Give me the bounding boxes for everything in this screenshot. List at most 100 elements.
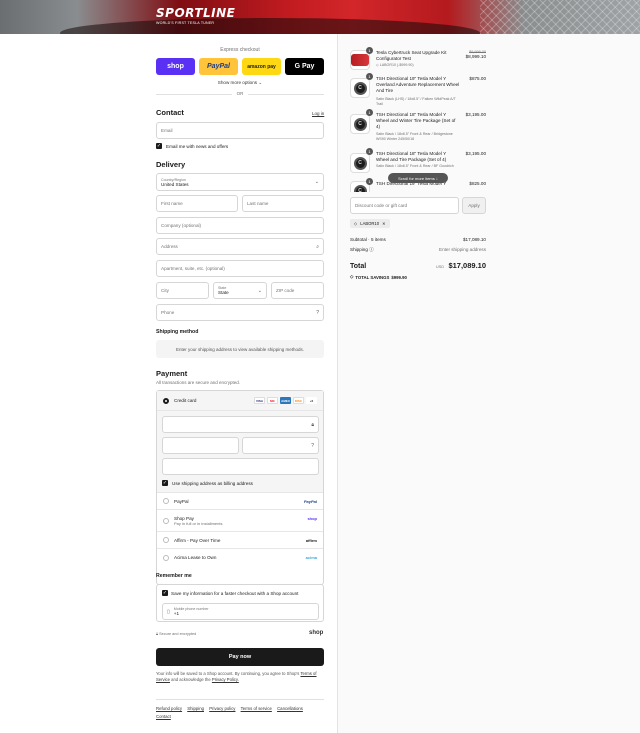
state-value: State xyxy=(218,290,229,295)
cart-item: 1 Tesla Cybertruck Seat Upgrade Kit Conf… xyxy=(350,47,486,74)
paypal-radio[interactable] xyxy=(163,498,169,504)
news-checkbox[interactable]: ✓ xyxy=(156,143,162,149)
lock-icon: 🔒︎ xyxy=(311,422,314,428)
privacy-policy-link[interactable]: Privacy policy xyxy=(209,706,235,711)
chevron-down-icon: ⌄ xyxy=(257,288,262,294)
item-variant: Satin Black / 18x8.5" Front & Rear / BF … xyxy=(376,164,454,168)
affirm-radio[interactable] xyxy=(163,537,169,543)
product-thumbnail: C xyxy=(350,153,370,173)
country-select[interactable]: Country/Region United States ⌄ xyxy=(156,173,324,191)
zip-field[interactable]: ZIP code xyxy=(271,282,324,299)
refund-policy-link[interactable]: Refund policy xyxy=(156,706,182,711)
pay-now-button[interactable]: Pay now xyxy=(156,648,324,666)
scroll-for-more-button[interactable]: Scroll for more items ↓ xyxy=(388,173,448,183)
brand-logo[interactable]: SPORTLINE WORLD'S FIRST TESLA TUNER xyxy=(156,6,235,25)
paypal-logo: PayPal xyxy=(303,498,317,504)
login-link[interactable]: Log in xyxy=(312,111,324,116)
terms-of-service-link[interactable]: Terms of service xyxy=(241,706,272,711)
quantity-badge: 1 xyxy=(366,148,373,155)
shipping-row: Shipping ⓘ Enter shipping address xyxy=(350,247,486,253)
security-code-field[interactable]: ? xyxy=(242,437,319,454)
applied-code-chip: ◇ LABOR10 ✕ xyxy=(350,219,390,228)
help-icon[interactable]: ? xyxy=(316,310,319,316)
save-info-checkbox[interactable]: ✓ xyxy=(162,590,168,596)
apartment-field[interactable]: Apartment, suite, etc. (optional) xyxy=(156,260,324,277)
paypal-option[interactable]: PayPal PayPal xyxy=(157,493,323,510)
header-banner: SPORTLINE WORLD'S FIRST TESLA TUNER xyxy=(0,0,640,34)
remember-me-panel: ✓ Save my information for a faster check… xyxy=(156,584,324,622)
google-pay-button[interactable]: G Pay xyxy=(285,58,324,75)
item-price: $3,195.00 xyxy=(465,151,486,156)
credit-card-option[interactable]: Credit card VISA MC AMEX DISC +6 xyxy=(157,391,323,411)
show-more-options-link[interactable]: Show more options ⌄ xyxy=(156,80,324,86)
acima-option[interactable]: Acima Lease to Own acima xyxy=(157,549,323,566)
card-number-field[interactable]: 🔒︎ xyxy=(162,416,319,433)
email-field[interactable]: Email xyxy=(156,122,324,139)
address-field[interactable]: Address ⌕ xyxy=(156,238,324,255)
shipping-value: Enter shipping address xyxy=(439,247,486,252)
company-placeholder: Company (optional) xyxy=(161,223,202,228)
item-discount-text: LABOR10 (-$999.90) xyxy=(379,63,414,67)
name-on-card-field[interactable] xyxy=(162,458,319,475)
acima-radio[interactable] xyxy=(163,554,169,561)
shipping-link[interactable]: Shipping xyxy=(187,706,204,711)
item-variant: Satin Black / 18x8.5" Front & Rear / Bri… xyxy=(376,132,453,141)
privacy-link[interactable]: Privacy Policy. xyxy=(212,677,239,682)
subtotal-value: $17,089.10 xyxy=(463,237,486,242)
shop-pay-express-button[interactable]: shop xyxy=(156,58,195,75)
quantity-badge: 1 xyxy=(366,178,373,185)
cancellations-link[interactable]: Cancellations xyxy=(277,706,303,711)
company-field[interactable]: Company (optional) xyxy=(156,217,324,234)
checkout-form: Express checkout shop PayPal amazon pay … xyxy=(0,34,337,733)
help-icon[interactable]: ⓘ xyxy=(369,247,374,252)
billing-same-checkbox[interactable]: ✓ xyxy=(162,480,168,486)
amazon-pay-button[interactable]: amazon pay xyxy=(242,58,281,75)
order-summary: 1 Tesla Cybertruck Seat Upgrade Kit Conf… xyxy=(337,34,640,733)
lock-icon: 🔒︎ xyxy=(156,632,159,636)
shop-pay-option[interactable]: Shop Pay Pay in full or in installments … xyxy=(157,510,323,532)
item-price: $3,195.00 xyxy=(465,112,486,117)
or-label: OR xyxy=(232,91,248,96)
amex-icon: AMEX xyxy=(280,397,291,404)
subtotal-row: Subtotal · 5 items $17,089.10 xyxy=(350,237,486,242)
mobile-phone-field[interactable]: ▯ Mobile phone number +1 xyxy=(162,603,319,620)
state-select[interactable]: State State ⌄ xyxy=(213,282,267,299)
country-value: United States xyxy=(161,181,189,187)
item-variant: Satin Black (LHS) / 18x8.5" / Falken Wil… xyxy=(376,97,456,106)
first-name-placeholder: First name xyxy=(161,201,183,206)
paypal-label: PayPal xyxy=(174,498,189,504)
last-name-field[interactable]: Last name xyxy=(242,195,324,212)
remember-me-heading: Remember me xyxy=(156,573,192,579)
expiration-field[interactable] xyxy=(162,437,239,454)
first-name-field[interactable]: First name xyxy=(156,195,238,212)
card-brand-icons: VISA MC AMEX DISC +6 xyxy=(254,397,317,404)
cart-items-list[interactable]: 1 Tesla Cybertruck Seat Upgrade Kit Conf… xyxy=(338,34,640,192)
wheel-image: C xyxy=(353,184,367,192)
item-discount: ◇ LABOR10 (-$999.90) xyxy=(376,63,460,68)
total-label: Total xyxy=(350,263,367,270)
affirm-option[interactable]: Affirm - Pay Over Time affirm xyxy=(157,532,323,549)
footer-links: Refund policy Shipping Privacy policy Te… xyxy=(156,705,324,721)
product-thumbnail: C xyxy=(350,78,370,98)
help-icon[interactable]: ? xyxy=(311,443,314,449)
quantity-badge: 1 xyxy=(366,109,373,116)
discount-code-input[interactable]: Discount code or gift card xyxy=(350,197,459,214)
phone-field[interactable]: Phone ? xyxy=(156,304,324,321)
shop-logo: shop xyxy=(309,630,324,636)
shop-pay-radio[interactable] xyxy=(163,517,169,524)
credit-card-radio[interactable] xyxy=(163,397,169,404)
tag-icon: ◇ xyxy=(376,63,379,67)
item-price: $875.00 xyxy=(469,76,486,81)
phone-icon: ▯ xyxy=(167,608,170,615)
contact-link[interactable]: Contact xyxy=(156,714,171,719)
more-cards-label: +6 xyxy=(306,397,317,404)
paypal-express-button[interactable]: PayPal xyxy=(199,58,238,75)
shipping-method-heading: Shipping method xyxy=(156,329,199,335)
shipping-label: Shipping xyxy=(350,247,368,252)
apply-discount-button[interactable]: Apply xyxy=(462,197,486,214)
legal-and: and acknowledge the xyxy=(171,677,211,682)
city-field[interactable]: City xyxy=(156,282,209,299)
wheel-image: C xyxy=(353,117,367,131)
remove-code-icon[interactable]: ✕ xyxy=(382,221,386,226)
savings-label: TOTAL SAVINGS xyxy=(355,274,390,280)
